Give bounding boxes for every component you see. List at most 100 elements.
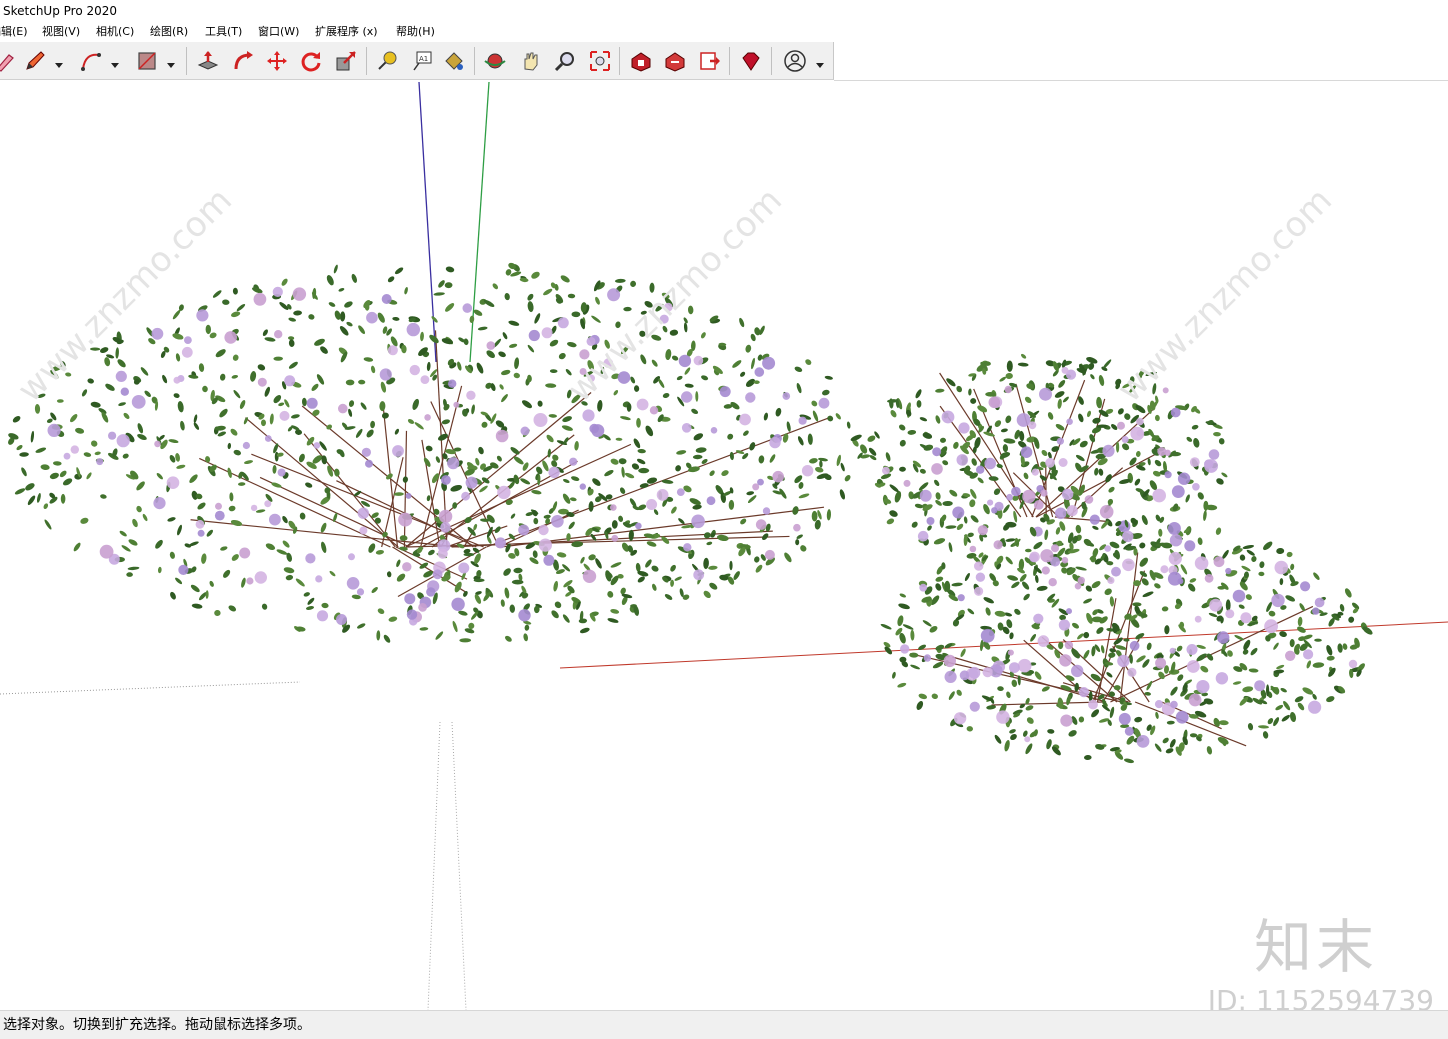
flower	[1264, 619, 1278, 634]
leaf	[1135, 451, 1141, 457]
leaf	[180, 420, 185, 431]
rotate-icon[interactable]	[298, 48, 324, 74]
flower	[432, 569, 443, 580]
leaf	[445, 303, 455, 312]
zoom-extents-icon[interactable]	[587, 48, 613, 74]
leaf	[1009, 729, 1016, 734]
account-icon[interactable]	[782, 48, 808, 74]
menu-view[interactable]: 视图(V)	[42, 22, 80, 42]
leaf	[198, 363, 205, 372]
leaf	[942, 460, 949, 466]
leaf	[703, 590, 711, 599]
leaf	[1078, 413, 1084, 423]
flower	[196, 309, 209, 322]
leaf	[328, 302, 336, 307]
arc-dropdown-icon[interactable]	[110, 55, 120, 68]
leaf	[1108, 652, 1116, 658]
leaf	[1241, 565, 1251, 572]
leaf	[288, 339, 295, 347]
zoom-icon[interactable]	[552, 48, 578, 74]
leaf	[1139, 571, 1148, 577]
leaf	[579, 627, 590, 634]
leaf	[747, 495, 757, 504]
flower	[1232, 589, 1246, 603]
pencil-dropdown-icon[interactable]	[54, 55, 64, 68]
leaf	[205, 324, 212, 335]
leaf	[426, 361, 431, 372]
eraser-icon[interactable]	[0, 48, 16, 74]
leaf	[312, 409, 320, 417]
flower	[458, 562, 470, 574]
leaf	[320, 522, 327, 533]
leaf	[931, 693, 938, 700]
follow-me-icon[interactable]	[230, 48, 256, 74]
menu-camera[interactable]: 相机(C)	[96, 22, 134, 42]
leaf	[170, 591, 176, 600]
leaf	[750, 333, 756, 342]
leaf	[949, 489, 958, 497]
warehouse-icon[interactable]	[628, 48, 654, 74]
leaf	[1276, 664, 1285, 670]
leaf	[513, 456, 524, 465]
menu-extensions[interactable]: 扩展程序 (x)	[315, 22, 378, 42]
flower	[438, 509, 453, 524]
leaf	[646, 541, 657, 547]
leaf	[1314, 638, 1322, 642]
menu-draw[interactable]: 绘图(R)	[150, 22, 188, 42]
ruby-icon[interactable]	[738, 48, 764, 74]
leaf	[1154, 583, 1161, 589]
leaf	[220, 546, 228, 551]
move-icon[interactable]	[264, 48, 290, 74]
leaf	[796, 534, 803, 539]
pencil-icon[interactable]	[22, 48, 48, 74]
leaf	[1166, 720, 1175, 725]
leaf	[1221, 472, 1228, 478]
flower	[1170, 407, 1181, 418]
menu-edit[interactable]: 编辑(E)	[0, 22, 28, 42]
leaf	[60, 493, 66, 504]
leaf	[1014, 608, 1021, 615]
pan-icon[interactable]	[518, 48, 544, 74]
leaf	[1165, 748, 1174, 754]
layout-icon[interactable]	[697, 48, 723, 74]
shape-icon[interactable]	[134, 48, 160, 74]
leaf	[1189, 578, 1197, 583]
leaf	[534, 313, 541, 324]
orbit-icon[interactable]	[482, 48, 508, 74]
leaf	[1162, 737, 1169, 744]
leaf	[1071, 622, 1080, 629]
leaf	[915, 389, 922, 399]
arc-icon[interactable]	[78, 48, 104, 74]
leaf	[62, 478, 73, 486]
leaf	[1276, 547, 1285, 555]
flower	[710, 427, 718, 434]
extension-warehouse-icon[interactable]	[662, 48, 688, 74]
leaf	[1041, 449, 1048, 457]
flower	[757, 478, 764, 486]
flower	[649, 406, 659, 415]
leaf	[1107, 498, 1114, 505]
tape-measure-icon[interactable]	[374, 48, 400, 74]
leaf	[1106, 672, 1113, 678]
leaf	[175, 353, 181, 362]
text-icon[interactable]: A1	[409, 48, 435, 74]
menu-window[interactable]: 窗口(W)	[258, 22, 299, 42]
leaf	[637, 448, 646, 454]
leaf	[511, 579, 524, 585]
flower	[944, 670, 957, 684]
scale-icon[interactable]	[333, 48, 359, 74]
account-dropdown-icon[interactable]	[815, 55, 825, 68]
menu-help[interactable]: 帮助(H)	[396, 22, 435, 42]
leaf	[86, 472, 92, 480]
leaf	[970, 515, 979, 523]
flower	[1040, 549, 1054, 563]
leaf	[588, 501, 594, 512]
flower	[798, 416, 807, 425]
model-viewport[interactable]: www.znzmo.com www.znzmo.com www.znzmo.co…	[0, 82, 1448, 1010]
paint-bucket-icon[interactable]	[441, 48, 467, 74]
leaf	[219, 408, 228, 418]
shape-dropdown-icon[interactable]	[166, 55, 176, 68]
menu-tools[interactable]: 工具(T)	[205, 22, 242, 42]
push-pull-icon[interactable]	[195, 48, 221, 74]
flower	[993, 540, 1003, 550]
